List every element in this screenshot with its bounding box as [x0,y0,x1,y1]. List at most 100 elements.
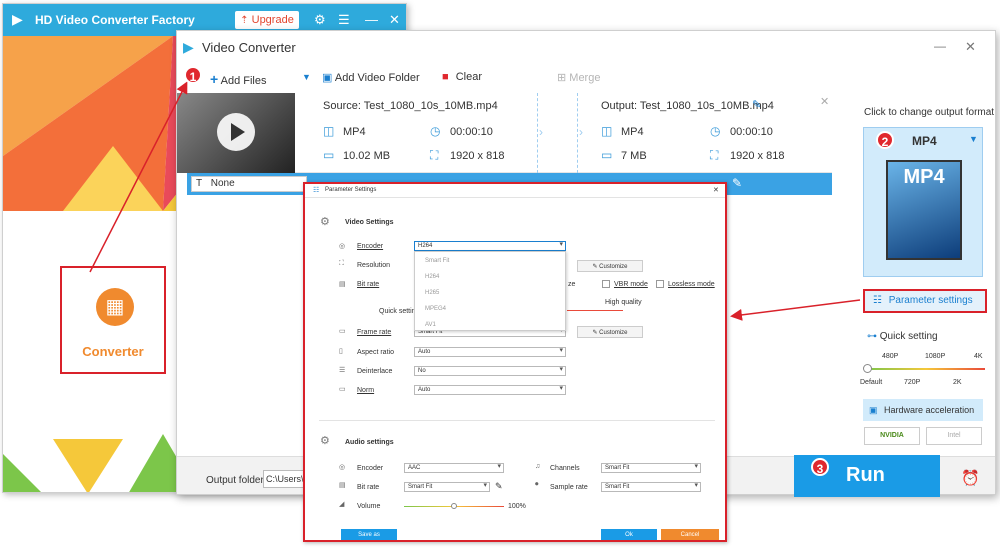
bitrate-ze-fragment: ze [568,281,576,288]
save-as-button[interactable]: Save as [341,529,397,540]
encoder-option-h264[interactable]: H264 [415,268,565,284]
window-title: Video Converter [202,40,296,55]
cancel-button[interactable]: Cancel [661,529,719,540]
volume-slider-handle[interactable] [451,503,457,509]
settings-icon[interactable]: ⚙ [314,12,326,28]
video-settings-icon: ⚙ [320,216,330,228]
deinterlace-select[interactable]: No [414,366,566,376]
main-app-title: HD Video Converter Factory [35,13,195,27]
edit-icon[interactable]: ✎ [732,176,742,190]
resolution-icon: ⛶ [710,148,719,162]
sample-rate-value: Smart Fit [605,484,630,490]
edit-pencil-icon[interactable]: ✎ [752,98,761,111]
resolution-icon: ⛶ [430,148,439,162]
intel-option[interactable]: Intel [926,427,982,445]
close-icon[interactable]: ✕ [713,186,719,194]
vbr-checkbox[interactable] [602,280,610,288]
channels-select[interactable]: Smart Fit [601,463,701,473]
minimize-icon[interactable]: — [365,12,378,27]
channels-value: Smart Fit [605,465,630,471]
arrow-right-icon: › [539,125,543,139]
clear-button[interactable]: ■ Clear [442,71,482,83]
badge-label: 2 [881,135,889,149]
deinterlace-value: No [418,368,426,374]
add-files-button[interactable]: + Add Files [210,71,267,87]
output-duration: 00:00:10 [730,126,773,138]
encoder-option-h265[interactable]: H265 [415,284,565,300]
dialog-title: Parameter Settings [325,187,377,193]
audio-bitrate-value: Smart Fit [408,484,433,490]
remove-item-icon[interactable]: ✕ [820,95,829,108]
sample-rate-label: Sample rate [550,484,588,491]
hardware-acceleration-toggle[interactable]: ▣ Hardware acceleration [863,399,983,421]
option-label: Smart Fit [425,258,450,264]
clock-icon: ◷ [430,124,441,138]
badge-label: 3 [816,462,824,476]
hardware-acceleration-label: Hardware acceleration [884,405,975,415]
mp4-format-icon: MP4 [886,160,962,260]
output-format-selector[interactable]: MP4 ▼ MP4 [863,127,983,277]
encoder-option-smart-fit[interactable]: Smart Fit [415,252,565,268]
volume-value: 100% [508,503,526,510]
film-icon: ▦ [96,288,134,326]
aspect-ratio-value: Auto [418,349,431,355]
encoder-select[interactable]: H264 [414,241,566,251]
quality-slider-handle[interactable] [863,364,872,373]
audio-bitrate-select[interactable]: Smart Fit [404,482,490,492]
nvidia-option[interactable]: NVIDIA [864,427,920,445]
video-thumbnail[interactable] [177,93,295,173]
quality-480p: 480P [882,353,899,360]
channels-icon: ♫ [535,463,541,470]
audio-encoder-select[interactable]: AAC [404,463,504,473]
upgrade-icon: ⇡ [240,15,249,26]
step-badge-3: 3 [811,458,829,476]
output-format-hint: Click to change output format: [864,107,996,118]
nvidia-label: NVIDIA [880,432,904,439]
add-video-folder-button[interactable]: ▣ Add Video Folder [322,71,420,84]
resolution-customize-button[interactable]: ✎ Customize [577,260,643,272]
customize-label: Customize [599,264,628,270]
encoder-label: Encoder [357,243,384,250]
output-size: 7 MB [621,150,647,162]
badge-label: 1 [189,70,197,84]
lossless-mode-label: Lossless mode [668,281,715,288]
encoder-option-av1[interactable]: AV1 [415,316,565,330]
microphone-icon: ⏺ [535,481,539,488]
subtitle-value: None [210,178,235,189]
converter-tile[interactable]: ▦ Converter [60,266,166,374]
aspect-ratio-select[interactable]: Auto [414,347,566,357]
parameter-settings-button[interactable]: ☷ Parameter settings [863,289,987,313]
quick-setting-header: ⊶ Quick setting [867,331,938,342]
aspect-ratio-label: Aspect ratio [357,349,394,356]
quality-slider-track[interactable] [867,368,985,370]
bitrate-slider-track[interactable] [567,310,623,311]
close-icon[interactable]: ✕ [965,39,976,55]
subtitle-select[interactable]: T None [191,176,307,192]
quality-720p: 720P [904,379,921,386]
parameter-settings-label: Parameter settings [888,295,973,306]
merge-button[interactable]: ⊞ Merge [557,71,600,84]
encoder-icon: ◎ [339,243,346,250]
alarm-clock-icon[interactable]: ⏰ [961,469,980,487]
play-icon[interactable] [217,113,255,151]
add-video-folder-label: Add Video Folder [334,72,420,84]
menu-list-icon[interactable]: ☰ [338,12,350,28]
chevron-down-icon[interactable]: ▼ [302,72,311,82]
encoder-option-mpeg4[interactable]: MPEG4 [415,300,565,316]
minimize-icon[interactable]: — [934,39,946,53]
frame-rate-customize-button[interactable]: ✎ Customize [577,326,643,338]
arrow-right-icon: › [579,125,583,139]
folder-size-icon: ▭ [601,148,613,162]
close-icon[interactable]: ✕ [389,12,400,28]
divider [577,93,578,173]
audio-encoder-value: AAC [408,465,421,471]
norm-select[interactable]: Auto [414,385,566,395]
output-resolution: 1920 x 818 [730,150,785,162]
pencil-icon[interactable]: ✎ [495,481,503,492]
source-size: 10.02 MB [343,150,391,162]
lossless-checkbox[interactable] [656,280,664,288]
ok-button[interactable]: Ok [601,529,657,540]
resolution-icon: ⛶ [339,260,344,267]
sample-rate-select[interactable]: Smart Fit [601,482,701,492]
upgrade-button[interactable]: ⇡ Upgrade [235,11,299,29]
